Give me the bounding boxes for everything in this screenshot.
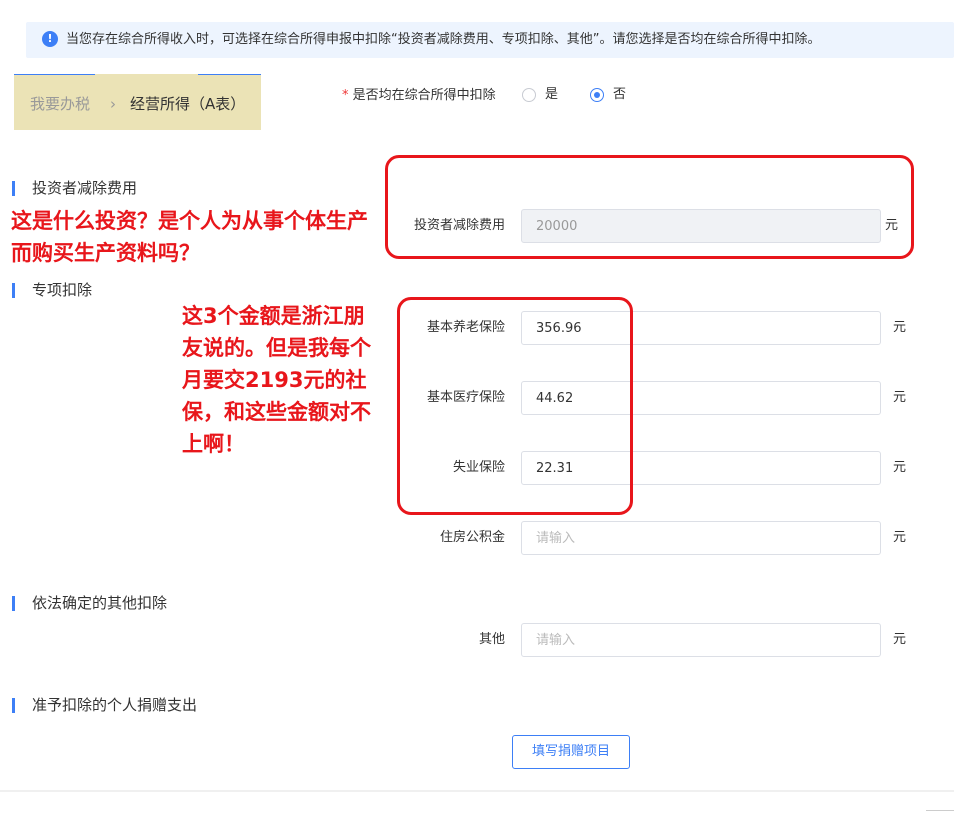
radio-yes[interactable] — [522, 88, 536, 102]
highlight-box — [385, 155, 914, 259]
annotation-note-2: 这3个金额是浙江朋友说的。但是我每个月要交2193元的社保，和这些金额对不上啊！ — [182, 304, 371, 456]
fill-donation-button[interactable]: 填写捐赠项目 — [512, 735, 630, 769]
unit-label: 元 — [893, 390, 907, 405]
section-marker — [12, 596, 15, 611]
breadcrumb-separator-icon: › — [110, 95, 116, 113]
deduct-in-comprehensive-question: * 是否均在综合所得中扣除 — [342, 87, 496, 105]
breadcrumb-top-line — [14, 74, 95, 75]
unit-label: 元 — [893, 460, 907, 475]
notice-text: 当您存在综合所得收入时，可选择在综合所得申报中扣除“投资者减除费用、专项扣除、其… — [66, 32, 821, 47]
section-title-other: 依法确定的其他扣除 — [32, 594, 168, 612]
section-marker — [12, 283, 15, 298]
section-title-investor: 投资者减除费用 — [32, 179, 138, 197]
question-label: 是否均在综合所得中扣除 — [352, 88, 496, 103]
breadcrumb-home-link[interactable]: 我要办税 — [30, 94, 90, 114]
unit-label: 元 — [893, 632, 907, 647]
radio-no[interactable] — [590, 88, 604, 102]
section-marker — [12, 698, 15, 713]
info-icon: ! — [42, 31, 58, 47]
breadcrumb-top-line — [198, 74, 261, 75]
annotation-note-1: 这是什么投资？是个人为从事个体生产而购买生产资料吗？ — [11, 209, 368, 265]
other-label: 其他 — [478, 632, 505, 647]
housing-fund-input[interactable] — [521, 521, 881, 555]
unit-label: 元 — [893, 320, 907, 335]
radio-no-label[interactable]: 否 — [613, 86, 626, 104]
housing-fund-label: 住房公积金 — [439, 530, 505, 545]
radio-yes-label[interactable]: 是 — [545, 86, 558, 104]
unit-label: 元 — [893, 530, 907, 545]
corner-edge — [926, 810, 954, 815]
section-title-donation: 准予扣除的个人捐赠支出 — [32, 696, 198, 714]
other-input[interactable] — [521, 623, 881, 657]
breadcrumb-current: 经营所得（A表） — [130, 95, 246, 113]
required-mark: * — [342, 88, 349, 103]
footer-divider — [0, 790, 954, 792]
section-title-special: 专项扣除 — [32, 281, 93, 299]
highlight-box — [397, 297, 633, 515]
section-marker — [12, 181, 15, 196]
